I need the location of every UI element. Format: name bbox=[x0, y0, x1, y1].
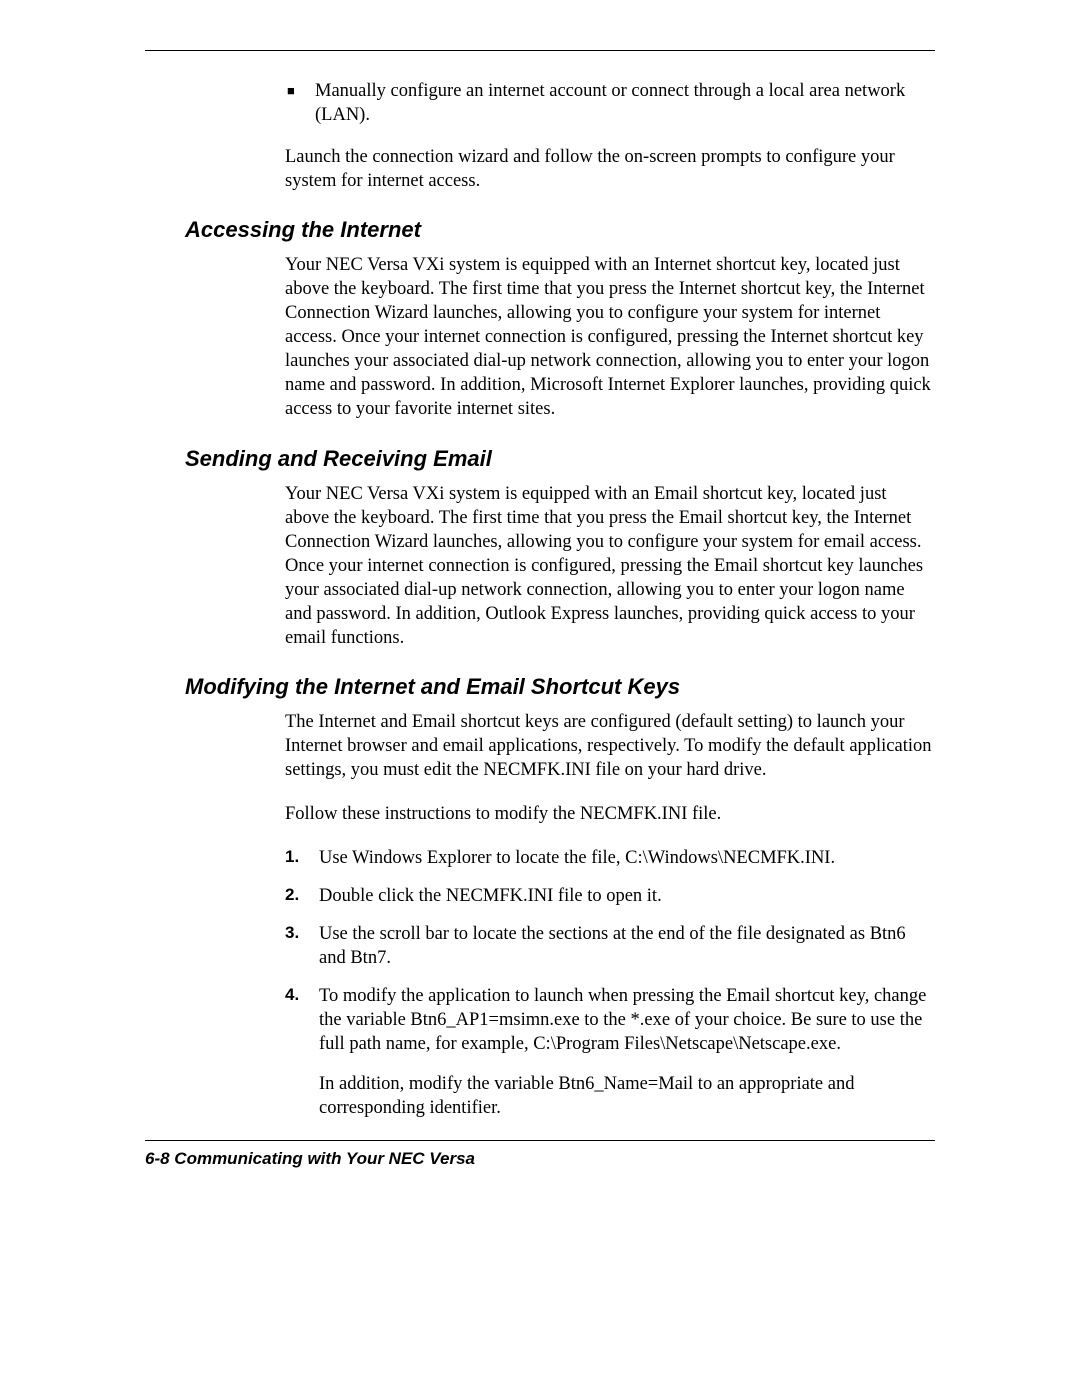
bullet-text: Manually configure an internet account o… bbox=[315, 79, 935, 127]
body-modifying-1: The Internet and Email shortcut keys are… bbox=[285, 710, 935, 782]
bullet-item: ■ Manually configure an internet account… bbox=[285, 79, 935, 127]
step-item: 1. Use Windows Explorer to locate the fi… bbox=[285, 846, 935, 870]
document-page: ■ Manually configure an internet account… bbox=[0, 0, 1080, 1397]
step-number: 4. bbox=[285, 984, 319, 1120]
step-text: Use the scroll bar to locate the section… bbox=[319, 922, 935, 970]
page-content: ■ Manually configure an internet account… bbox=[145, 79, 935, 1120]
heading-sending-email: Sending and Receiving Email bbox=[185, 446, 935, 472]
heading-modifying-shortcut: Modifying the Internet and Email Shortcu… bbox=[185, 674, 935, 700]
step-number: 2. bbox=[285, 884, 319, 908]
body-modifying-2: Follow these instructions to modify the … bbox=[285, 802, 935, 826]
step-item: 3. Use the scroll bar to locate the sect… bbox=[285, 922, 935, 970]
step-extra: In addition, modify the variable Btn6_Na… bbox=[319, 1072, 935, 1120]
step-text: To modify the application to launch when… bbox=[319, 984, 935, 1056]
step-item: 4. To modify the application to launch w… bbox=[285, 984, 935, 1120]
page-footer: 6-8 Communicating with Your NEC Versa bbox=[145, 1149, 935, 1169]
intro-paragraph: Launch the connection wizard and follow … bbox=[285, 145, 935, 193]
body-accessing-internet: Your NEC Versa VXi system is equipped wi… bbox=[285, 253, 935, 421]
intro-block: ■ Manually configure an internet account… bbox=[285, 79, 935, 193]
body-sending-email: Your NEC Versa VXi system is equipped wi… bbox=[285, 482, 935, 650]
step-item: 2. Double click the NECMFK.INI file to o… bbox=[285, 884, 935, 908]
step-text: Use Windows Explorer to locate the file,… bbox=[319, 846, 935, 870]
step-text: Double click the NECMFK.INI file to open… bbox=[319, 884, 935, 908]
bottom-rule bbox=[145, 1140, 935, 1141]
top-rule bbox=[145, 50, 935, 51]
step-number: 1. bbox=[285, 846, 319, 870]
step-body: To modify the application to launch when… bbox=[319, 984, 935, 1120]
step-number: 3. bbox=[285, 922, 319, 970]
heading-accessing-internet: Accessing the Internet bbox=[185, 217, 935, 243]
ordered-steps: 1. Use Windows Explorer to locate the fi… bbox=[285, 846, 935, 1120]
square-bullet-icon: ■ bbox=[285, 79, 315, 127]
